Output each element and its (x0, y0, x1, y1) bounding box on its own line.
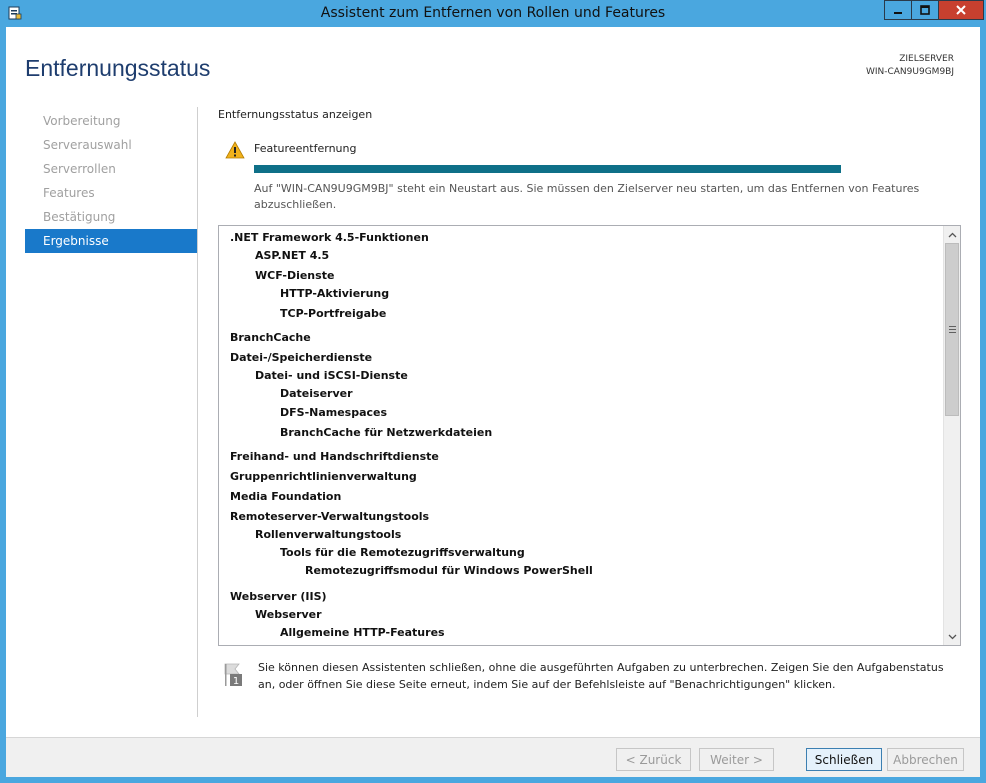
grip-icon (948, 326, 956, 333)
list-item: Rollenverwaltungstools (255, 528, 402, 541)
list-item: HTTP-Aktivierung (280, 287, 390, 300)
nav-item-serverrollen: Serverrollen (43, 162, 116, 176)
nav-divider (197, 107, 198, 717)
list-item: .NET Framework 4.5-Funktionen (230, 231, 429, 244)
close-window-button[interactable] (938, 0, 984, 20)
minimize-button[interactable] (884, 0, 912, 20)
back-button[interactable]: < Zurück (616, 748, 691, 771)
list-item: Gruppenrichtlinienverwaltung (230, 470, 417, 483)
wizard-window: Assistent zum Entfernen von Rollen und F… (0, 0, 986, 783)
scroll-up-button[interactable] (944, 226, 960, 243)
progress-fill (254, 165, 841, 173)
maximize-button[interactable] (911, 0, 939, 20)
nav-item-features: Features (43, 186, 95, 200)
maximize-icon (920, 5, 930, 15)
list-item: DFS-Namespaces (280, 406, 388, 419)
window-title: Assistent zum Entfernen von Rollen und F… (320, 5, 666, 21)
list-item: Datei-/Speicherdienste (230, 351, 373, 364)
next-button[interactable]: Weiter > (699, 748, 774, 771)
notification-badge: 1 (233, 676, 239, 687)
restart-pending-message: Auf "WIN-CAN9U9GM9BJ" steht ein Neustart… (254, 182, 920, 211)
list-item: Allgemeine HTTP-Features (280, 626, 445, 639)
wizard-nav: Vorbereitung Serverauswahl Serverrollen … (25, 109, 197, 253)
list-item: Remoteserver-Verwaltungstools (230, 510, 430, 523)
list-item: TCP-Portfreigabe (280, 307, 387, 320)
list-item: Dateiserver (280, 387, 353, 400)
section-header: Entfernungsstatus anzeigen (218, 108, 373, 121)
list-item: Media Foundation (230, 490, 342, 503)
list-item: WCF-Dienste (255, 269, 335, 282)
cancel-button[interactable]: Abbrechen (887, 748, 964, 771)
vertical-scrollbar[interactable] (943, 226, 960, 645)
feature-list-box[interactable]: .NET Framework 4.5-Funktionen ASP.NET 4.… (218, 225, 961, 646)
page-title: Entfernungsstatus (25, 55, 211, 81)
list-item: Tools für die Remotezugriffsverwaltung (280, 546, 525, 559)
nav-item-vorbereitung: Vorbereitung (43, 114, 121, 128)
chevron-down-icon (948, 634, 956, 639)
list-item: ASP.NET 4.5 (255, 249, 330, 262)
list-item: Webserver (255, 608, 322, 621)
list-item: BranchCache (230, 331, 311, 344)
wizard-content: Entfernungsstatus ZIELSERVER WIN-CAN9U9G… (6, 27, 980, 777)
list-item: Freihand- und Handschriftdienste (230, 450, 439, 463)
chevron-up-icon (948, 232, 956, 237)
title-bar[interactable]: Assistent zum Entfernen von Rollen und F… (0, 0, 986, 27)
list-item: Webserver (IIS) (230, 590, 327, 603)
list-item: BranchCache für Netzwerkdateien (280, 426, 493, 439)
list-item: Datei- und iSCSI-Dienste (255, 369, 408, 382)
feature-list: .NET Framework 4.5-Funktionen ASP.NET 4.… (219, 226, 943, 645)
scroll-down-button[interactable] (944, 628, 960, 645)
removal-progress-bar (254, 165, 841, 173)
nav-item-bestaetigung: Bestätigung (43, 210, 116, 224)
minimize-icon (894, 12, 902, 14)
feature-removal-label: Featureentfernung (254, 142, 357, 155)
warning-icon (225, 141, 245, 159)
nav-item-ergebnisse[interactable]: Ergebnisse (25, 229, 197, 253)
target-server-label: ZIELSERVER (899, 54, 954, 64)
nav-item-serverauswahl: Serverauswahl (43, 138, 132, 152)
close-wizard-info-text: Sie können diesen Assistenten schließen,… (258, 661, 944, 691)
close-button[interactable]: Schließen (806, 748, 882, 771)
notification-flag-icon: 1 (224, 663, 242, 687)
target-server-name: WIN-CAN9U9GM9BJ (865, 67, 954, 77)
list-item: Remotezugriffsmodul für Windows PowerShe… (305, 564, 593, 577)
close-icon (956, 5, 966, 15)
scroll-thumb[interactable] (945, 243, 959, 416)
